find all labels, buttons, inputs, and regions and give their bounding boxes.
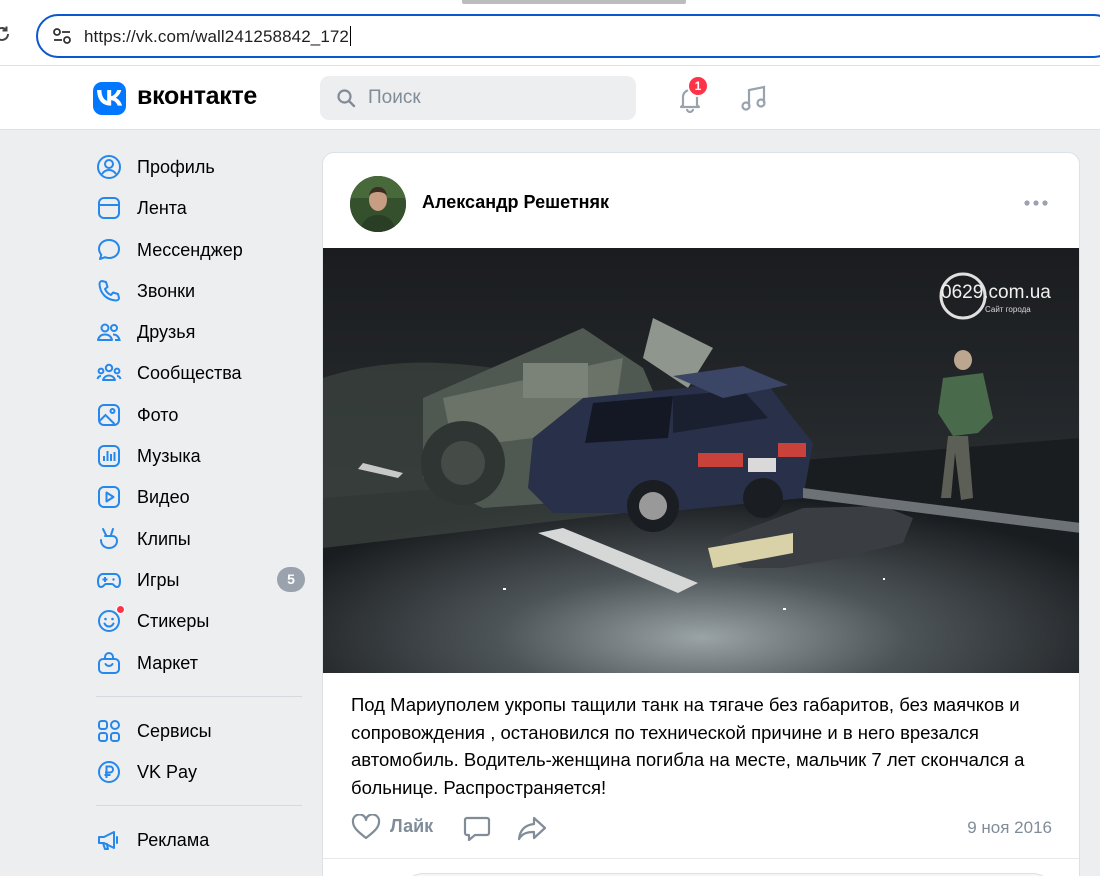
post-date[interactable]: 9 ноя 2016 [967,818,1052,838]
market-bag-icon [98,651,120,674]
post-actions: Лайк 9 ноя 2016 [351,812,1061,842]
user-circle-icon [97,155,121,179]
gamepad-icon [97,572,121,588]
vk-header: вконтакте 1 [0,66,1100,130]
sidebar-item-clips[interactable]: Клипы [92,518,308,559]
vk-logo-glyph [97,90,122,106]
sidebar-item-profile[interactable]: Профиль [92,146,308,187]
sidebar-item-services[interactable]: Сервисы [92,710,308,751]
search-input[interactable] [368,76,618,120]
reload-icon[interactable] [0,24,12,44]
sidebar-item-label: Друзья [137,322,196,343]
sidebar-item-friends[interactable]: Друзья [92,311,308,352]
sidebar-item-label: Клипы [137,528,191,549]
sidebar-item-label: Лента [137,198,187,219]
search-box[interactable] [320,76,636,120]
sidebar-item-photos[interactable]: Фото [92,394,308,435]
sidebar-divider [96,695,302,697]
video-icon [98,486,120,509]
image-watermark: 0629.com.ua [941,282,1051,303]
sidebar-item-games[interactable]: Игры 5 [92,559,308,600]
communities-icon [96,364,122,382]
like-button[interactable]: Лайк [390,816,433,837]
sidebar-item-label: Реклама [137,830,210,851]
search-icon [337,89,356,108]
post-author-name[interactable]: Александр Решетняк [422,192,609,213]
sidebar-item-label: Мессенджер [137,239,243,260]
sidebar-item-feed[interactable]: Лента [92,187,308,228]
sidebar-item-label: Музыка [137,446,201,467]
sidebar-item-video[interactable]: Видео [92,476,308,517]
url-text[interactable]: https://vk.com/wall241258842_172 [84,26,351,47]
feed-icon [98,197,120,220]
chat-bubble-icon [98,238,120,260]
wall-post: Александр Решетняк 0629.com.ua Сайт горо… [322,152,1080,876]
music-note-icon[interactable] [738,82,770,114]
sidebar-item-label: Стикеры [137,611,210,632]
sidebar-item-label: Фото [137,404,179,425]
sidebar-item-stickers[interactable]: Стикеры [92,600,308,641]
sidebar-item-label: Звонки [137,280,196,301]
photo-icon [98,403,120,426]
phone-icon [98,279,120,302]
comment-icon[interactable] [463,815,491,841]
megaphone-icon [98,831,118,851]
new-indicator-dot [116,605,125,615]
sidebar-item-communities[interactable]: Сообщества [92,352,308,393]
clips-icon [100,527,119,549]
sidebar-item-vkpay[interactable]: VK Pay [92,751,308,792]
sidebar-item-calls[interactable]: Звонки [92,270,308,311]
tab-strip-indicator [462,0,686,4]
music-bars-icon [98,445,120,468]
post-text: Под Мариуполем укропы тащили танк на тяг… [351,694,1025,798]
avatar-image [350,176,406,232]
author-avatar[interactable] [350,176,406,232]
left-sidebar: Профиль Лента Мессенджер Звонки Друзья С… [92,146,308,861]
sidebar-item-label: Игры [137,569,180,590]
sidebar-item-music[interactable]: Музыка [92,435,308,476]
sidebar-item-label: Маркет [137,652,198,673]
notifications-badge: 1 [687,75,709,97]
text-caret [349,26,351,46]
sidebar-item-market[interactable]: Маркет [92,642,308,683]
accident-scene-image: 0629.com.ua Сайт города [323,248,1079,673]
sidebar-item-label: VK Pay [137,762,198,783]
url-field[interactable]: https://vk.com/wall241258842_172 [36,14,1100,58]
services-grid-icon [98,719,120,742]
image-watermark-sub: Сайт города [985,305,1031,314]
site-settings-icon[interactable] [52,27,72,45]
friends-icon [97,323,121,342]
games-count-badge: 5 [277,566,305,592]
heart-icon[interactable] [351,814,381,840]
vk-logo-icon[interactable] [93,82,126,115]
post-photo[interactable]: 0629.com.ua Сайт города [323,248,1079,673]
sidebar-item-label: Сервисы [137,720,212,741]
sidebar-divider [96,805,302,807]
sidebar-item-label: Профиль [137,157,215,177]
post-footer-divider [323,858,1079,859]
vkpay-icon [98,761,120,784]
share-icon[interactable] [517,815,547,841]
browser-address-bar: https://vk.com/wall241258842_172 [0,0,1100,66]
more-options-icon[interactable] [1023,198,1049,208]
sidebar-item-messenger[interactable]: Мессенджер [92,229,308,270]
sidebar-item-label: Видео [137,487,190,508]
sidebar-item-label: Сообщества [137,363,242,384]
sidebar-item-ads[interactable]: Реклама [92,819,308,860]
vk-brand-name[interactable]: вконтакте [137,82,257,111]
